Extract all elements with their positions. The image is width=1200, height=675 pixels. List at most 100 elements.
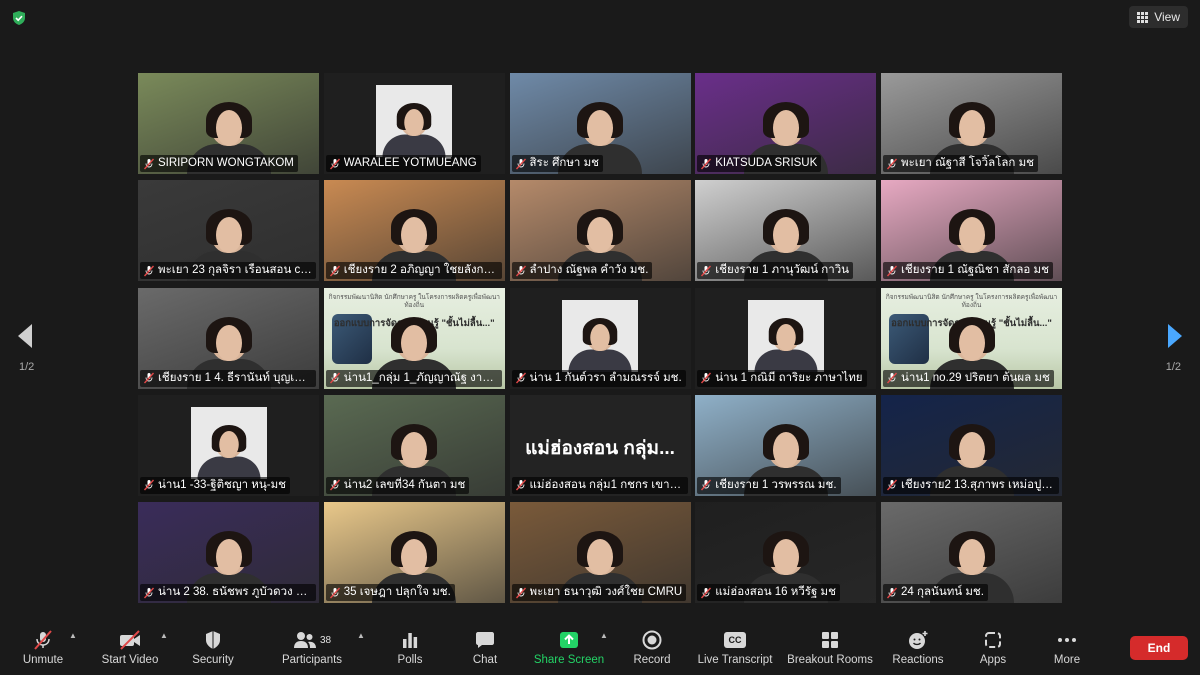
participant-name-label: พะเยา ธนาวุฒิ วงศ์ใชย CMRU xyxy=(511,584,687,601)
participant-video-tile[interactable]: น่าน 2 38. ธนัชพร ภูบัวดวง มหา... xyxy=(138,502,319,603)
muted-microphone-icon xyxy=(886,265,898,277)
more-label: More xyxy=(1053,654,1081,666)
top-bar: View xyxy=(0,0,1200,36)
muted-microphone-icon xyxy=(329,587,340,598)
participant-name-label: น่าน1 no.29 ปริตยา ต้นผล มช xyxy=(883,369,1054,387)
participant-video-tile[interactable]: 35 เจษฎา ปลุกใจ มช. xyxy=(323,502,505,603)
video-gallery: SIRIPORN WONGTAKOM WARALEE YOTMUEANG สิระ … xyxy=(138,73,1062,603)
apps-icon xyxy=(985,632,1001,648)
participant-name-label: เชียงราย 1 ภานุวัฒน์ กาวิน xyxy=(697,262,854,280)
more-button[interactable]: More xyxy=(1022,629,1112,666)
participant-name-label: KIATSUDA SRISUK xyxy=(697,155,822,172)
participant-video-tile[interactable]: เชียงราย 2 อภิญญา ใชยลังการ มช xyxy=(323,180,505,282)
previous-page-arrow-icon[interactable] xyxy=(18,324,32,348)
audio-options-caret-icon[interactable]: ▲ xyxy=(69,631,77,640)
participant-video-tile[interactable]: เชียงราย2 13.สุภาพร เหม่อปู มหา... xyxy=(881,394,1062,496)
participant-name-label: พะเยา ณัฐาสี โจวิ๊ลโลก มช xyxy=(883,155,1038,172)
muted-microphone-icon xyxy=(143,372,155,384)
view-button[interactable]: View xyxy=(1129,6,1188,28)
chat-label: Chat xyxy=(472,654,498,666)
muted-microphone-icon xyxy=(886,372,898,384)
participant-video-tile[interactable]: WARALEE YOTMUEANG xyxy=(323,73,505,174)
muted-microphone-icon xyxy=(886,158,898,169)
security-label: Security xyxy=(192,654,234,666)
participant-name-label: น่าน 1 กณิมี ถาริยะ ภาษาไทย xyxy=(697,369,867,387)
muted-microphone-icon xyxy=(143,587,155,598)
video-off-icon xyxy=(120,630,140,650)
participant-video-tile[interactable]: น่าน 1 กันต์วรา ลำมณรรจ์ มช. xyxy=(509,287,691,389)
muted-microphone-icon xyxy=(329,372,340,384)
participant-name-label: ลำปาง ณัฐพล คำวัง มช. xyxy=(511,262,653,280)
participant-video-tile[interactable]: น่าน 1 กณิมี ถาริยะ ภาษาไทย xyxy=(695,287,877,389)
security-button[interactable]: Security xyxy=(168,629,258,666)
participant-name-label: SIRIPORN WONGTAKOM xyxy=(140,155,298,172)
chat-button[interactable]: Chat xyxy=(440,629,530,666)
participant-name-label: แม่ฮ่องสอน 16 หวีรัฐ มช xyxy=(697,584,840,601)
record-button[interactable]: Record xyxy=(607,629,697,666)
muted-microphone-icon xyxy=(34,630,52,650)
share-screen-label: Share Screen xyxy=(533,654,605,666)
participant-name-label: 24 กุลนันทน์ มช. xyxy=(883,584,988,601)
muted-microphone-icon xyxy=(143,479,155,491)
muted-microphone-icon xyxy=(515,158,526,169)
participant-video-tile[interactable]: SIRIPORN WONGTAKOM xyxy=(138,73,319,174)
participant-name-label: น่าน2 เลขที่34 กันตา มช xyxy=(325,476,470,494)
page-indicator-right: 1/2 xyxy=(1165,361,1181,373)
profile-photo xyxy=(190,406,267,479)
participant-video-tile[interactable]: น่าน1 -33-ฐิติชญา หนุ-มช xyxy=(138,394,319,496)
view-label: View xyxy=(1154,10,1180,24)
participants-label: Participants xyxy=(281,654,343,666)
live-transcript-button[interactable]: CC Live Transcript xyxy=(690,629,780,666)
meeting-toolbar: Unmute ▲ Start Video ▲ Security 38 Parti… xyxy=(0,623,1200,675)
participant-video-tile[interactable]: 24 กุลนันทน์ มช. xyxy=(881,502,1062,603)
breakout-rooms-button[interactable]: Breakout Rooms xyxy=(785,629,875,666)
muted-microphone-icon xyxy=(143,158,155,169)
participant-video-tile[interactable]: พะเยา ณัฐาสี โจวิ๊ลโลก มช xyxy=(881,73,1062,174)
muted-microphone-icon xyxy=(701,587,712,598)
participant-name-large: แม่ฮ่องสอน กลุ่ม... xyxy=(525,437,675,459)
start-video-label: Start Video xyxy=(101,654,159,666)
end-meeting-button[interactable]: End xyxy=(1130,636,1188,660)
unmute-label: Unmute xyxy=(22,654,64,666)
participant-video-tile[interactable]: แม่ฮ่องสอน 16 หวีรัฐ มช xyxy=(695,502,877,603)
participant-video-tile[interactable]: พะเยา ธนาวุฒิ วงศ์ใชย CMRU xyxy=(509,502,691,603)
participant-name-label: เชียงราย 2 อภิญญา ใชยลังการ มช xyxy=(325,262,502,280)
participant-video-tile[interactable]: เชียงราย 1 ภานุวัฒน์ กาวิน xyxy=(695,180,877,282)
muted-microphone-icon xyxy=(329,479,340,491)
muted-microphone-icon xyxy=(515,479,526,491)
participant-video-tile[interactable]: กิจกรรมพัฒนานิสิต นักศึกษาครู ในโครงการผ… xyxy=(881,287,1062,389)
participant-name-label: น่าน1 -33-ฐิติชญา หนุ-มช xyxy=(140,476,290,494)
participants-button[interactable]: 38 Participants xyxy=(267,629,357,666)
muted-microphone-icon xyxy=(886,587,898,598)
participants-caret-icon[interactable]: ▲ xyxy=(357,631,365,640)
chat-bubble-icon xyxy=(476,632,494,648)
participant-name-label: แม่ฮ่องสอน กลุ่ม1 กชกร เขาสพื้ท... xyxy=(511,476,688,494)
participant-video-tile[interactable]: น่าน2 เลขที่34 กันตา มช xyxy=(323,394,505,496)
participant-video-tile[interactable]: พะเยา 23 กุลจิรา เรือนสอน cmru xyxy=(138,180,319,282)
participant-name-label: น่าน 2 38. ธนัชพร ภูบัวดวง มหา... xyxy=(140,584,316,601)
participant-video-tile[interactable]: เชียงราย 1 ณัฐณิชา สักลอ มช xyxy=(881,180,1062,282)
muted-microphone-icon xyxy=(143,265,155,277)
video-options-caret-icon[interactable]: ▲ xyxy=(160,631,168,640)
muted-microphone-icon xyxy=(329,265,340,277)
participant-video-tile[interactable]: KIATSUDA SRISUK xyxy=(695,73,877,174)
muted-microphone-icon xyxy=(701,265,712,277)
participant-video-tile[interactable]: สิระ ศึกษา มช xyxy=(509,73,691,174)
participant-video-tile[interactable]: เชียงราย 1 วรพรรณ มช. xyxy=(695,394,877,496)
live-transcript-label: Live Transcript xyxy=(697,654,773,666)
security-shield-icon xyxy=(206,631,220,649)
participant-name-label: สิระ ศึกษา มช xyxy=(511,155,603,172)
participant-name-label: เชียงราย 1 ณัฐณิชา สักลอ มช xyxy=(883,262,1053,280)
participant-name-label: เชียงราย 1 วรพรรณ มช. xyxy=(697,476,841,494)
participant-video-tile[interactable]: ลำปาง ณัฐพล คำวัง มช. xyxy=(509,180,691,282)
encryption-shield-icon[interactable] xyxy=(11,10,27,26)
participant-video-tile[interactable]: กิจกรรมพัฒนานิสิต นักศึกษาครู ในโครงการผ… xyxy=(323,287,505,389)
share-screen-arrow-icon xyxy=(560,632,578,648)
participant-video-tile[interactable]: เชียงราย 1 4. ธีรานันท์ บุญเมือง มช xyxy=(138,287,319,389)
participant-name-label: น่าน1_กลุ่ม 1_ภัญญาณัฐ งานนิ... xyxy=(325,369,502,387)
muted-microphone-icon xyxy=(515,265,526,277)
participant-video-tile[interactable]: แม่ฮ่องสอน กลุ่ม... แม่ฮ่องสอน กลุ่ม1 กชก… xyxy=(509,394,691,496)
next-page-arrow-icon[interactable] xyxy=(1168,324,1182,348)
breakout-rooms-label: Breakout Rooms xyxy=(787,654,873,666)
profile-photo xyxy=(376,85,453,157)
